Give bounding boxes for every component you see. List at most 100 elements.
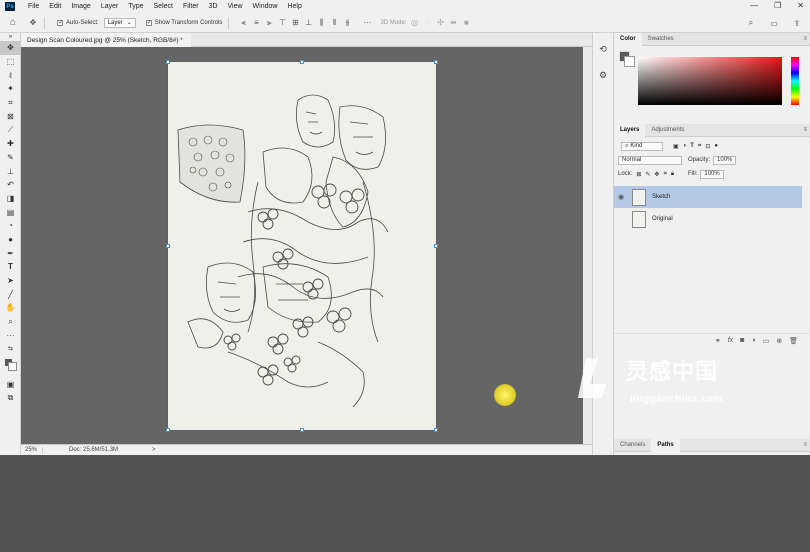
layer-kind-filter[interactable]: ⌕ Kind	[621, 141, 663, 151]
3d-roll-icon[interactable]: ◌	[422, 18, 432, 28]
auto-select-option[interactable]: Auto-Select:	[57, 19, 99, 26]
opacity-input[interactable]: 100%	[713, 155, 737, 165]
close-window-button[interactable]: ✕	[797, 1, 804, 10]
fill-input[interactable]: 100%	[700, 169, 724, 179]
restore-button[interactable]: ❐	[774, 1, 781, 10]
transform-handle-bl[interactable]	[166, 428, 170, 432]
layer-row-sketch[interactable]: ◉ Sketch	[614, 186, 802, 208]
type-tool-icon[interactable]: T	[0, 260, 21, 274]
more-tools-icon[interactable]: ···	[0, 328, 21, 342]
move-tool-icon[interactable]: ✥	[0, 41, 21, 55]
tab-swatches[interactable]: Swatches	[642, 33, 680, 46]
menu-select[interactable]: Select	[149, 3, 178, 10]
frame-tool-icon[interactable]: ⊠	[0, 109, 21, 123]
eraser-tool-icon[interactable]: ◨	[0, 192, 21, 206]
menu-type[interactable]: Type	[123, 3, 148, 10]
3d-slide-icon[interactable]: ⬌	[448, 18, 458, 28]
blur-tool-icon[interactable]: ◔	[0, 219, 21, 233]
status-arrow-icon[interactable]: >	[152, 447, 156, 453]
document-tab[interactable]: Design Scan Coloured.jpg @ 25% (Sketch, …	[21, 33, 191, 47]
3d-drag-icon[interactable]: ✣	[435, 18, 445, 28]
marquee-tool-icon[interactable]: ⬚	[0, 55, 21, 69]
gradient-tool-icon[interactable]: ▤	[0, 205, 21, 219]
align-top-icon[interactable]: ⊤	[277, 18, 287, 28]
trash-icon[interactable]: 🗑︎	[789, 337, 798, 345]
lock-all-icon[interactable]: 🔒︎	[671, 171, 674, 178]
menu-edit[interactable]: Edit	[44, 3, 66, 10]
new-path-icon[interactable]: ⊕	[777, 541, 783, 549]
auto-select-checkbox[interactable]	[57, 19, 63, 26]
background-color-swatch[interactable]	[624, 56, 635, 67]
panel-menu-icon[interactable]: ≡	[803, 36, 807, 42]
minimize-button[interactable]: —	[750, 1, 758, 10]
align-left-icon[interactable]: ⫷	[238, 18, 248, 28]
align-bottom-icon[interactable]: ⊥	[303, 18, 313, 28]
filter-shape-icon[interactable]: ⌗	[698, 143, 701, 150]
fx-icon[interactable]: fx	[728, 337, 733, 344]
lock-position-icon[interactable]: ✥	[654, 171, 659, 178]
document-canvas[interactable]	[166, 60, 438, 432]
distribute-v-icon[interactable]: ⫴	[329, 18, 339, 28]
blend-mode-dropdown[interactable]: Normal	[618, 155, 682, 165]
swap-colors-icon[interactable]: ⇆	[0, 342, 21, 356]
3d-scale-icon[interactable]: ■	[461, 18, 471, 28]
menu-3d[interactable]: 3D	[204, 3, 223, 10]
align-middle-icon[interactable]: ⊞	[290, 18, 300, 28]
filter-adjust-icon[interactable]: ◑	[683, 143, 687, 149]
3d-rotate-icon[interactable]: ◎	[409, 18, 419, 28]
screen-mode-icon[interactable]: ⧉	[0, 392, 21, 406]
line-tool-icon[interactable]: ╱	[0, 287, 21, 301]
transform-handle-mr[interactable]	[434, 244, 438, 248]
workspace-icon[interactable]: ▭	[769, 18, 779, 28]
eyedropper-tool-icon[interactable]: ⟋	[0, 123, 21, 137]
clone-stamp-tool-icon[interactable]: ⊥	[0, 164, 21, 178]
crop-tool-icon[interactable]: ⌗	[0, 96, 21, 110]
layer-name[interactable]: Sketch	[652, 194, 670, 200]
menu-file[interactable]: File	[23, 3, 44, 10]
search-icon[interactable]: ⌕	[746, 18, 756, 28]
menu-view[interactable]: View	[223, 3, 248, 10]
filter-smart-icon[interactable]: ⊡	[705, 143, 710, 150]
toolbar-collapse-icon[interactable]: »	[0, 33, 21, 41]
share-icon[interactable]: ⇪	[792, 18, 802, 28]
history-brush-tool-icon[interactable]: ↶	[0, 178, 21, 192]
filter-type-icon[interactable]: T	[690, 143, 694, 149]
menu-help[interactable]: Help	[282, 3, 306, 10]
tab-layers[interactable]: Layers	[614, 123, 646, 137]
transform-handle-br[interactable]	[434, 428, 438, 432]
fill-path-icon[interactable]: ●	[712, 542, 716, 549]
tab-paths[interactable]: Paths	[651, 438, 680, 452]
auto-select-dropdown[interactable]: Layer ⌄	[103, 17, 136, 28]
stroke-path-icon[interactable]: ○	[724, 542, 728, 549]
align-right-icon[interactable]: ⫸	[264, 18, 274, 28]
quick-mask-icon[interactable]: ▣	[0, 378, 21, 392]
tab-color[interactable]: Color	[614, 32, 642, 46]
zoom-level[interactable]: 25%	[21, 447, 43, 453]
home-icon[interactable]: ⌂	[8, 17, 18, 28]
layer-row-original[interactable]: Original	[614, 208, 802, 230]
transform-controls-checkbox[interactable]	[145, 19, 152, 26]
eye-icon[interactable]: ◉	[614, 193, 628, 201]
filter-toggle-icon[interactable]: ●	[714, 143, 718, 149]
history-panel-icon[interactable]: ⟲	[593, 39, 613, 59]
more-icon[interactable]: ···	[362, 18, 372, 28]
transform-controls-option[interactable]: Show Transform Controls	[145, 19, 222, 26]
menu-window[interactable]: Window	[248, 3, 283, 10]
adjustment-icon[interactable]: ◑	[751, 337, 755, 344]
panel-menu-icon[interactable]: ≡	[803, 127, 807, 133]
color-swatches-icon[interactable]	[0, 356, 21, 378]
new-layer-icon[interactable]: ⊕	[776, 337, 782, 345]
path-selection-tool-icon[interactable]: ➤	[0, 274, 21, 288]
filter-pixel-icon[interactable]: ▣	[673, 143, 679, 150]
make-path-icon[interactable]: ✦	[751, 541, 757, 549]
lock-pixels-icon[interactable]: ✎	[645, 171, 650, 178]
lock-transparent-icon[interactable]: ⊠	[636, 171, 641, 178]
transform-handle-tm[interactable]	[300, 60, 304, 64]
menu-filter[interactable]: Filter	[178, 3, 204, 10]
mask-icon[interactable]: ◙	[740, 337, 744, 344]
transform-handle-bm[interactable]	[300, 428, 304, 432]
magic-wand-tool-icon[interactable]: ✦	[0, 82, 21, 96]
menu-layer[interactable]: Layer	[96, 3, 124, 10]
panel-menu-icon[interactable]: ≡	[803, 442, 807, 448]
tab-channels[interactable]: Channels	[614, 439, 651, 452]
